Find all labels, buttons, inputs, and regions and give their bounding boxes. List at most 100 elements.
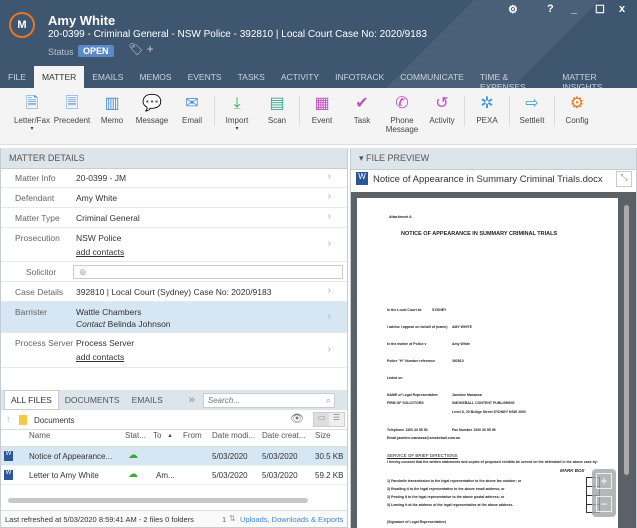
file-modified: 5/03/2020	[212, 452, 248, 461]
up-folder-icon[interactable]: ↑	[6, 414, 11, 424]
tab-emails[interactable]: EMAILS	[126, 391, 169, 409]
matter-row-barrister[interactable]: Barrister Wattle Chambers Contact Belinda …	[1, 302, 347, 333]
event-button[interactable]: ▦ Event	[302, 88, 342, 144]
document-text: 392810	[452, 359, 464, 363]
zoom-in-button[interactable]: +	[596, 473, 612, 489]
task-button[interactable]: ✔ Task	[342, 88, 382, 144]
add-tag-icon[interactable]: +	[147, 42, 154, 56]
chevron-right-icon[interactable]: ›	[328, 191, 331, 202]
document-text: I advise I appear on behalf of (name)	[387, 325, 448, 329]
ribbon-label: Phone Message	[385, 116, 419, 134]
word-file-icon: W	[356, 172, 368, 185]
tab-memos[interactable]: MEMOS	[131, 66, 179, 88]
field-value: Wattle Chambers	[76, 307, 142, 317]
solicitor-input[interactable]: ⊕	[73, 265, 343, 279]
file-name[interactable]: Notice of Appearance...	[29, 452, 112, 461]
tab-tasks[interactable]: TASKS	[230, 66, 273, 88]
matter-row-solicitor[interactable]: Solicitor ⊕	[1, 262, 347, 282]
tab-all-files[interactable]: ALL FILES	[4, 390, 59, 410]
tag-icon[interactable]: 🏷	[128, 42, 143, 56]
matter-row-matter-info[interactable]: Matter Info 20-0399 - JM ›	[1, 168, 347, 188]
import-button[interactable]: ⤓ Import ▾	[217, 88, 257, 144]
tab-infotrack[interactable]: INFOTRACK	[327, 66, 392, 88]
matter-row-prosecution[interactable]: Prosecution NSW Police add contacts ›	[1, 228, 347, 262]
chevron-right-icon[interactable]: ›	[328, 285, 331, 296]
message-button[interactable]: 💬 Message	[132, 88, 172, 144]
transfers-count: 1	[222, 515, 227, 524]
file-name[interactable]: Letter to Amy White	[29, 471, 99, 480]
breadcrumb-folder[interactable]: Documents	[34, 416, 74, 425]
column-header-0[interactable]: Name	[29, 431, 50, 440]
close-button[interactable]: x	[619, 3, 625, 15]
precedent-button[interactable]: 🗏 Precedent	[52, 88, 92, 144]
tab-matter-insights[interactable]: MATTER INSIGHTS	[554, 66, 637, 88]
column-header-4[interactable]: Date modi...	[212, 431, 255, 440]
minimize-button[interactable]: _	[571, 3, 577, 15]
document-text: MARK BOX	[560, 468, 585, 473]
help-button[interactable]: ?	[547, 3, 554, 15]
field-label: Barrister	[15, 307, 48, 317]
chevron-right-icon[interactable]: ›	[328, 344, 331, 355]
settleit-button[interactable]: ⇨ SettleIt	[512, 88, 552, 144]
phone-message-button[interactable]: ✆ Phone Message	[382, 88, 422, 144]
config-button[interactable]: ⚙ Config	[557, 88, 597, 144]
dropdown-arrow-icon[interactable]: ▾	[12, 125, 52, 132]
add-contacts-link[interactable]: add contacts	[76, 247, 124, 257]
file-size: 30.5 KB	[315, 452, 344, 461]
status-badge[interactable]: OPEN	[78, 45, 114, 57]
column-header-5[interactable]: Date creat...	[262, 431, 306, 440]
search-icon[interactable]: ⌕	[326, 395, 331, 406]
column-header-2[interactable]: To	[153, 431, 161, 440]
matter-row-defendant[interactable]: Defendant Amy White ›	[1, 188, 347, 208]
pexa-button[interactable]: ✲ PEXA	[467, 88, 507, 144]
files-search-input[interactable]	[203, 393, 314, 407]
tab-file[interactable]: FILE	[0, 66, 34, 88]
matter-row-matter-type[interactable]: Matter Type Criminal General ›	[1, 208, 347, 228]
chevron-right-icon[interactable]: ›	[328, 238, 331, 249]
document-text: Jasmine Manassa	[452, 393, 482, 397]
add-contacts-link[interactable]: add contacts	[76, 352, 124, 362]
document-text: Police "H" Number reference	[387, 359, 436, 363]
zoom-out-button[interactable]: −	[596, 496, 612, 512]
horizontal-scrollbar[interactable]	[8, 498, 308, 503]
contact-label: Contact	[76, 319, 106, 329]
email-button[interactable]: ✉ Email	[172, 88, 212, 144]
folder-view-icon[interactable]: ▭	[314, 413, 329, 426]
column-header-1[interactable]: Stat...	[125, 431, 146, 440]
tab-matter[interactable]: MATTER	[33, 66, 85, 88]
file-preview-title: FILE PREVIEW	[366, 153, 430, 163]
field-value: 392810 | Local Court (Sydney) Case No: 2…	[76, 287, 272, 297]
tab-documents[interactable]: DOCUMENTS	[59, 391, 126, 409]
word-file-icon: W	[4, 470, 13, 480]
cloud-sync-icon: ☁	[128, 469, 138, 480]
chevron-right-icon[interactable]: ›	[328, 311, 331, 322]
transfers-link[interactable]: Uploads, Downloads & Exports	[240, 515, 343, 524]
tab-communicate[interactable]: COMMUNICATE	[392, 66, 472, 88]
dropdown-arrow-icon[interactable]: ▾	[217, 125, 257, 132]
matter-subtitle: 20-0399 - Criminal General - NSW Police …	[48, 29, 427, 40]
column-header-6[interactable]: Size	[315, 431, 331, 440]
tab-activity[interactable]: ACTIVITY	[273, 66, 327, 88]
maximize-button[interactable]: ☐	[595, 3, 605, 16]
matter-row-case-details[interactable]: Case Details 392810 | Local Court (Sydney…	[1, 282, 347, 302]
preview-scrollbar[interactable]	[624, 205, 629, 475]
scan-button[interactable]: ▤ Scan	[257, 88, 297, 144]
collapse-preview-icon[interactable]: ▾	[359, 153, 364, 163]
chevron-right-icon[interactable]: ›	[328, 171, 331, 182]
settings-icon[interactable]: ⚙	[508, 3, 518, 16]
activity-button[interactable]: ↺ Activity	[422, 88, 462, 144]
matter-row-process-server[interactable]: Process Server Process Server add contacts…	[1, 333, 347, 368]
field-value: Criminal General	[76, 213, 140, 223]
column-header-3[interactable]: From	[183, 431, 202, 440]
preview-toggle-eye-icon[interactable]: 👁	[290, 412, 304, 425]
tab-events[interactable]: EVENTS	[180, 66, 230, 88]
memo-button[interactable]: ▥ Memo	[92, 88, 132, 144]
more-tabs-icon[interactable]: »	[189, 394, 195, 406]
letter-fax-button[interactable]: 🗎 Letter/Fax ▾	[12, 88, 52, 144]
list-view-icon[interactable]: ☰	[329, 413, 344, 426]
chevron-right-icon[interactable]: ›	[328, 211, 331, 222]
tab-time-expenses[interactable]: TIME & EXPENSES	[472, 66, 554, 88]
collapse-preview-button[interactable]: ⤡	[616, 171, 632, 187]
contact-name[interactable]: Belinda Johnson	[108, 319, 171, 329]
tab-emails[interactable]: EMAILS	[84, 66, 131, 88]
